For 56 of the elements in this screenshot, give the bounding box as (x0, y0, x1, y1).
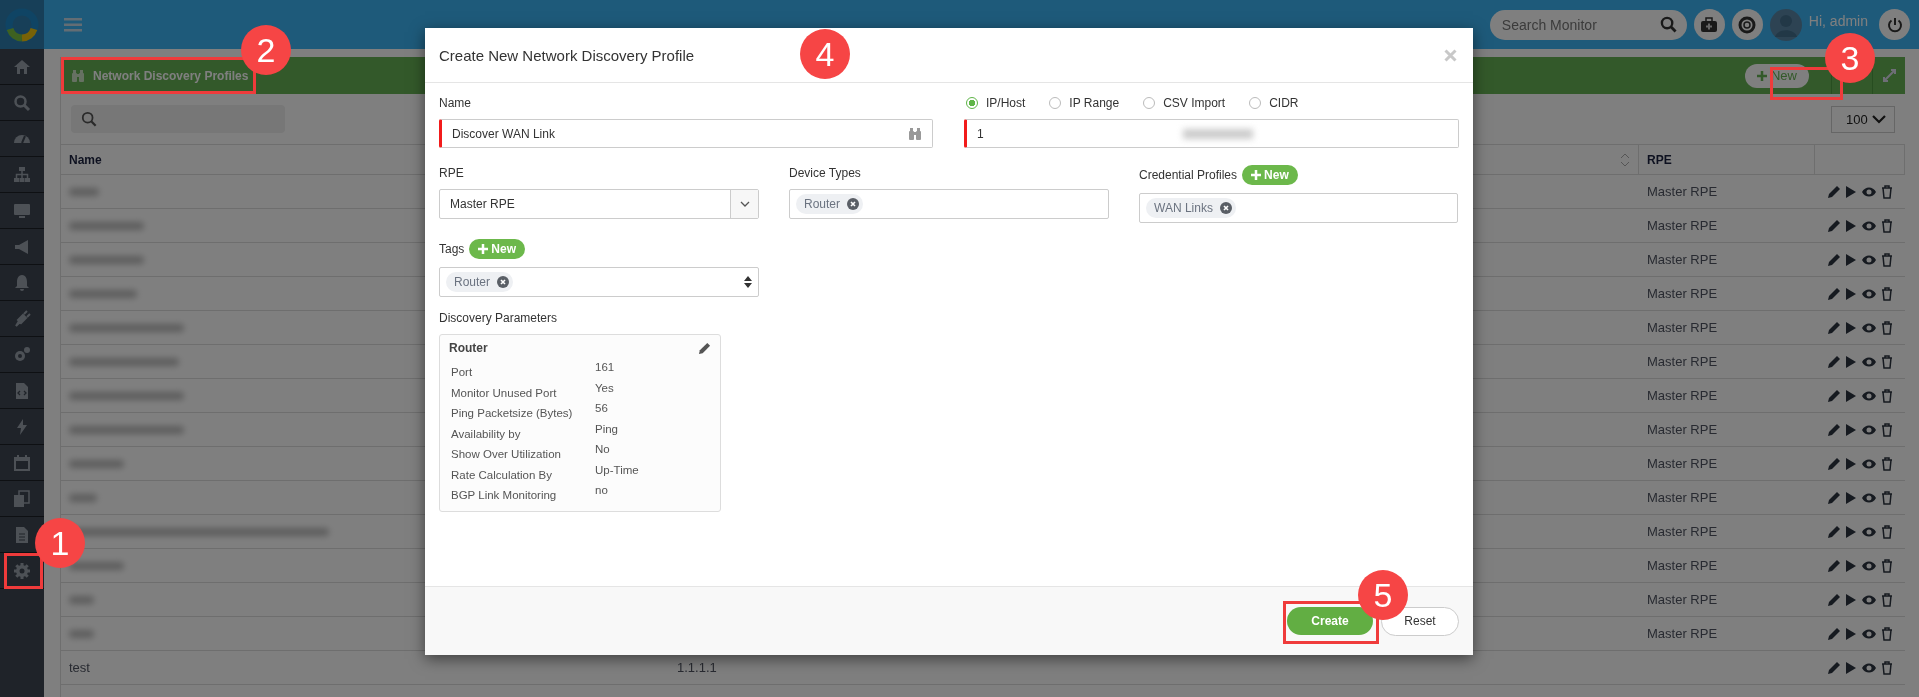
parameter-label: Availability by (450, 426, 522, 440)
credential-profiles-field[interactable]: WAN Links (1139, 193, 1458, 223)
radio-option[interactable]: CIDR (1249, 96, 1299, 110)
card-title: Router (449, 341, 488, 355)
table-cell: Master RPE (1647, 388, 1718, 403)
radio-option[interactable]: IP Range (1049, 96, 1120, 110)
device-types-field[interactable]: Router (789, 189, 1109, 219)
parameter-label: Rate Calculation By (450, 467, 553, 481)
rpe-select[interactable]: Master RPE (439, 189, 759, 219)
parameter-value: Up-Time (595, 463, 640, 476)
table-cell: Master RPE (1647, 524, 1718, 539)
tag-chip: Router (796, 194, 864, 214)
radio-option[interactable]: IP/Host (966, 96, 1026, 110)
parameter-label: Show Over Utilization (450, 447, 562, 460)
table-cell: 1.1.1.1 (677, 660, 717, 675)
parameter-label: Port (450, 365, 474, 378)
parameter-value: 161 (595, 361, 616, 373)
table-cell: Master RPE (1647, 592, 1718, 607)
parameter-value: Yes (595, 381, 615, 394)
field-label: Device Types (789, 165, 862, 181)
name-field[interactable]: Discover WAN Link (439, 119, 933, 148)
address-field[interactable]: 1 (964, 119, 1459, 148)
table-cell: Master RPE (1647, 354, 1718, 369)
table-cell: Master RPE (1647, 286, 1718, 301)
search-field[interactable]: Search Monitor (1489, 9, 1687, 40)
parameter-value: no (595, 484, 609, 496)
table-cell: Master RPE (1647, 218, 1718, 233)
parameter-label: BGP Link Monitoring (450, 488, 558, 501)
parameter-value: No (595, 443, 611, 455)
tag-chip: WAN Links (1146, 198, 1236, 218)
new-button[interactable]: New (1242, 165, 1298, 185)
tag-chip: Router (446, 272, 514, 292)
table-cell: Master RPE (1647, 184, 1718, 199)
table-cell: Master RPE (1647, 558, 1718, 573)
tags-field[interactable]: Router (439, 267, 759, 297)
table-cell: Master RPE (1647, 456, 1718, 471)
table-cell: test (69, 660, 90, 675)
field-label: Credential Profiles (1139, 167, 1238, 183)
table-cell: Master RPE (1647, 626, 1718, 641)
table-cell: Master RPE (1647, 490, 1718, 505)
parameter-label: Ping Packetsize (Bytes) (450, 406, 574, 419)
parameter-value: Ping (595, 422, 620, 435)
radio-option[interactable]: CSV Import (1143, 96, 1226, 110)
page-size-select[interactable]: 100 (1831, 105, 1895, 133)
field-label: Tags (439, 241, 465, 257)
table-cell: Master RPE (1647, 252, 1718, 267)
new-button[interactable]: New (469, 239, 526, 259)
column-header[interactable]: RPE (1639, 145, 1815, 174)
parameter-label: Monitor Unused Port (450, 385, 558, 399)
create-button[interactable]: Create (1287, 607, 1373, 635)
section-label: Discovery Parameters (439, 310, 559, 326)
dialog-title: Create New Network Discovery Profile (439, 46, 695, 64)
table-cell: Master RPE (1647, 320, 1718, 335)
parameter-value: 56 (595, 402, 609, 414)
table-cell: Master RPE (1647, 422, 1718, 437)
field-label: Name (439, 95, 472, 111)
